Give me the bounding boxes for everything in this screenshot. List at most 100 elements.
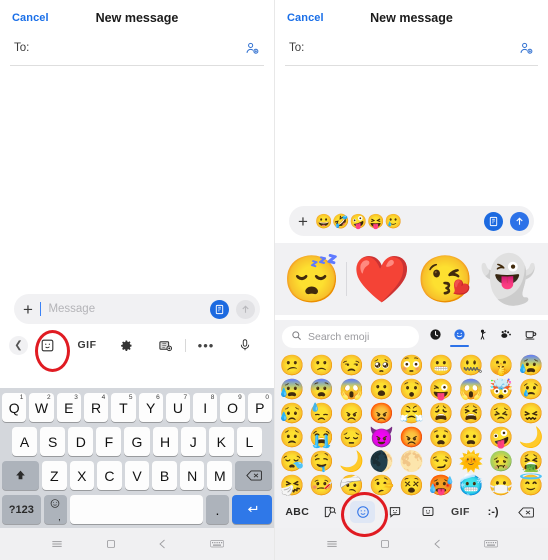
emoji-cell[interactable]: 😡 <box>397 426 427 450</box>
sticker-icon[interactable] <box>28 338 67 353</box>
emoji-cell[interactable]: 😔 <box>337 426 367 450</box>
message-input-bar[interactable]: + 😀🤣🤪😝🥲 <box>289 206 534 236</box>
keyboard-hide-icon[interactable] <box>209 539 224 550</box>
emoji-cell[interactable]: 😈 <box>367 426 397 450</box>
key-v[interactable]: V <box>124 461 150 490</box>
emoji-cell[interactable]: 😠 <box>337 402 367 426</box>
emoji-cell[interactable]: 😏 <box>426 450 456 474</box>
key-g[interactable]: G <box>124 427 150 456</box>
animals-category-icon[interactable] <box>500 328 513 345</box>
emoji-cell[interactable]: 😯 <box>397 378 427 402</box>
key-i[interactable]: 8I <box>193 393 218 422</box>
emoji-cell[interactable]: 🌙 <box>337 450 367 474</box>
emoji-cell[interactable]: 🤮 <box>516 450 546 474</box>
camera-icon[interactable] <box>146 338 185 353</box>
key-x[interactable]: X <box>69 461 95 490</box>
emoji-cell[interactable]: 😢 <box>516 378 546 402</box>
emoji-cell[interactable]: 🤯 <box>486 378 516 402</box>
emoji-cell[interactable]: 😰 <box>516 354 546 378</box>
emoji-cell[interactable]: 😥 <box>277 402 307 426</box>
sticker-suggestion-strip[interactable]: 😴 ❤️ 😘 👻 <box>275 243 548 315</box>
emoji-cell[interactable]: 😓 <box>307 402 337 426</box>
emoticon-key[interactable]: :-) <box>477 506 510 518</box>
emoji-cell[interactable]: 😮 <box>367 378 397 402</box>
to-field-row[interactable]: To: <box>275 31 548 65</box>
emoji-cell[interactable]: 😵 <box>397 474 427 498</box>
recents-icon[interactable] <box>50 537 64 551</box>
emoji-grid[interactable]: 😕 🙁 😒 🥺 😳 😬 🤐 🤫 😰 😰 😨 😱 😮 😯 😜 😱 🤯 😢 😥 😓 … <box>275 353 548 496</box>
add-contact-icon[interactable] <box>519 41 534 56</box>
emoji-cell[interactable]: 🌙 <box>516 426 546 450</box>
emoji-cell[interactable]: 🌞 <box>456 450 486 474</box>
digital-touch-icon[interactable] <box>210 299 229 319</box>
enter-return-icon[interactable] <box>232 495 272 524</box>
food-category-icon[interactable] <box>524 328 537 345</box>
more-icon[interactable]: ••• <box>186 338 225 353</box>
home-icon[interactable] <box>105 538 117 550</box>
space-key[interactable] <box>69 495 203 524</box>
system-navbar-right[interactable] <box>275 528 548 560</box>
abc-key[interactable]: ABC <box>281 506 314 518</box>
emoji-cell[interactable]: 😭 <box>307 426 337 450</box>
sleeping-face-sticker[interactable]: 😴 <box>283 256 340 302</box>
emoji-cell[interactable]: 😦 <box>456 426 486 450</box>
emoji-cell[interactable]: 😫 <box>456 402 486 426</box>
back-icon[interactable] <box>157 538 169 550</box>
key-j[interactable]: J <box>180 427 206 456</box>
backspace-icon[interactable] <box>509 506 542 519</box>
backspace-icon[interactable] <box>235 461 272 490</box>
key-z[interactable]: Z <box>41 461 67 490</box>
emoji-cell[interactable]: 😧 <box>426 426 456 450</box>
key-o[interactable]: 9O <box>220 393 245 422</box>
key-d[interactable]: D <box>68 427 94 456</box>
emoji-cell[interactable]: 😡 <box>367 402 397 426</box>
emoji-cell[interactable]: 🥶 <box>456 474 486 498</box>
digital-touch-icon[interactable] <box>484 211 503 231</box>
emoji-cell[interactable]: 🥺 <box>367 354 397 378</box>
emoji-cell[interactable]: 🥵 <box>426 474 456 498</box>
shift-up-arrow-icon[interactable] <box>2 461 39 490</box>
key-u[interactable]: 7U <box>165 393 191 422</box>
avatar-sticker-icon[interactable] <box>412 505 445 519</box>
cancel-button[interactable]: Cancel <box>12 12 49 24</box>
kissing-sleepy-face-sticker[interactable]: 😘 <box>417 256 474 302</box>
recents-icon[interactable] <box>325 537 339 551</box>
home-icon[interactable] <box>379 538 391 550</box>
emoji-cell[interactable]: 😳 <box>397 354 427 378</box>
emoji-cell[interactable]: 😨 <box>307 378 337 402</box>
ghost-sticker[interactable]: 👻 <box>480 256 537 302</box>
emoji-cell[interactable]: 😖 <box>516 402 546 426</box>
send-arrow-icon[interactable] <box>236 299 255 319</box>
numeric-switch-key[interactable]: ?123 <box>2 495 41 524</box>
emoji-cell[interactable]: 😕 <box>277 354 307 378</box>
emoji-cell[interactable]: 😟 <box>277 426 307 450</box>
key-y[interactable]: 6Y <box>138 393 163 422</box>
plus-icon[interactable]: + <box>298 213 308 230</box>
emoji-cell[interactable]: 🙁 <box>307 354 337 378</box>
key-t[interactable]: 5T <box>111 393 136 422</box>
system-navbar-left[interactable] <box>0 528 274 560</box>
smileys-category-icon[interactable] <box>450 328 469 347</box>
emoji-cell[interactable]: 😤 <box>397 402 427 426</box>
sleeping-heart-sticker[interactable]: ❤️ <box>353 256 410 302</box>
chevron-left-icon[interactable]: ❮ <box>9 335 28 355</box>
cancel-button[interactable]: Cancel <box>287 12 324 24</box>
emoji-cell[interactable]: 🌕 <box>397 450 427 474</box>
key-s[interactable]: S <box>40 427 66 456</box>
emoji-cell[interactable]: 🤒 <box>307 474 337 498</box>
emoji-cell[interactable]: 🤢 <box>486 450 516 474</box>
microphone-icon[interactable] <box>226 338 265 352</box>
emoji-cell[interactable]: 🤧 <box>277 474 307 498</box>
back-icon[interactable] <box>432 538 444 550</box>
plus-icon[interactable]: + <box>23 301 33 318</box>
period-key[interactable]: . <box>206 495 229 524</box>
emoji-cell[interactable]: 😰 <box>277 378 307 402</box>
emoji-cell[interactable]: 😷 <box>486 474 516 498</box>
add-contact-icon[interactable] <box>245 41 260 56</box>
keyboard-hide-icon[interactable] <box>484 539 498 550</box>
message-input-bar[interactable]: + Message <box>14 294 260 324</box>
emoji-comma-key-icon[interactable]: , <box>43 495 67 524</box>
emoji-cell[interactable]: 😇 <box>516 474 546 498</box>
emoji-cell[interactable]: 😜 <box>426 378 456 402</box>
emoji-cell[interactable]: 😣 <box>486 402 516 426</box>
